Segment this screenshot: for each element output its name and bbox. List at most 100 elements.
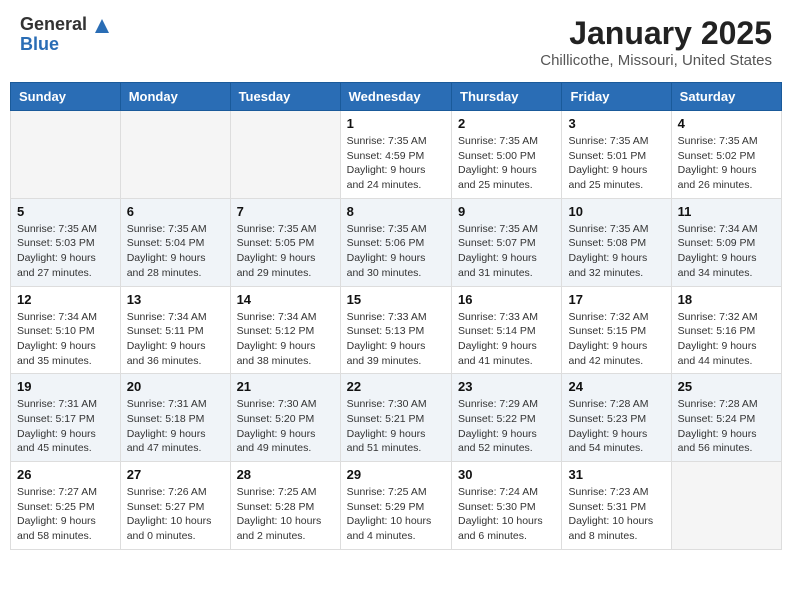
day-number: 27 (127, 467, 224, 482)
day-detail: Sunrise: 7:34 AM Sunset: 5:11 PM Dayligh… (127, 310, 224, 369)
calendar-cell: 22 Sunrise: 7:30 AM Sunset: 5:21 PM Dayli… (340, 374, 451, 462)
day-number: 26 (17, 467, 114, 482)
calendar-week-row: 1 Sunrise: 7:35 AM Sunset: 4:59 PM Daylig… (11, 111, 782, 199)
day-detail: Sunrise: 7:35 AM Sunset: 5:07 PM Dayligh… (458, 222, 555, 281)
day-number: 30 (458, 467, 555, 482)
calendar-cell: 4 Sunrise: 7:35 AM Sunset: 5:02 PM Daylig… (671, 111, 781, 199)
day-number: 29 (347, 467, 445, 482)
calendar-cell (11, 111, 121, 199)
calendar-day-header: Monday (120, 83, 230, 111)
calendar-cell: 21 Sunrise: 7:30 AM Sunset: 5:20 PM Dayli… (230, 374, 340, 462)
calendar-cell: 19 Sunrise: 7:31 AM Sunset: 5:17 PM Dayli… (11, 374, 121, 462)
calendar-cell (230, 111, 340, 199)
calendar-week-row: 5Sunrise: 7:35 AM Sunset: 5:03 PM Daylig… (11, 198, 782, 286)
day-number: 15 (347, 292, 445, 307)
calendar-cell: 10Sunrise: 7:35 AM Sunset: 5:08 PM Dayli… (562, 198, 671, 286)
day-number: 28 (237, 467, 334, 482)
page-subtitle: Chillicothe, Missouri, United States (540, 52, 772, 69)
calendar-cell: 30 Sunrise: 7:24 AM Sunset: 5:30 PM Dayli… (452, 462, 562, 550)
day-number: 1 (347, 116, 445, 131)
day-detail: Sunrise: 7:26 AM Sunset: 5:27 PM Dayligh… (127, 485, 224, 544)
calendar-header-row: SundayMondayTuesdayWednesdayThursdayFrid… (11, 83, 782, 111)
calendar-cell: 2 Sunrise: 7:35 AM Sunset: 5:00 PM Daylig… (452, 111, 562, 199)
day-detail: Sunrise: 7:35 AM Sunset: 5:00 PM Dayligh… (458, 134, 555, 193)
day-detail: Sunrise: 7:35 AM Sunset: 5:04 PM Dayligh… (127, 222, 224, 281)
day-detail: Sunrise: 7:27 AM Sunset: 5:25 PM Dayligh… (17, 485, 114, 544)
calendar-cell (120, 111, 230, 199)
calendar-week-row: 19 Sunrise: 7:31 AM Sunset: 5:17 PM Dayli… (11, 374, 782, 462)
day-number: 11 (678, 204, 775, 219)
day-number: 31 (568, 467, 664, 482)
calendar-day-header: Saturday (671, 83, 781, 111)
day-number: 22 (347, 379, 445, 394)
day-detail: Sunrise: 7:30 AM Sunset: 5:20 PM Dayligh… (237, 397, 334, 456)
calendar-cell: 11 Sunrise: 7:34 AM Sunset: 5:09 PM Dayli… (671, 198, 781, 286)
logo-blue-text: Blue (20, 34, 59, 54)
calendar-cell: 26 Sunrise: 7:27 AM Sunset: 5:25 PM Dayli… (11, 462, 121, 550)
calendar-cell: 5Sunrise: 7:35 AM Sunset: 5:03 PM Daylig… (11, 198, 121, 286)
calendar-table: SundayMondayTuesdayWednesdayThursdayFrid… (10, 82, 782, 550)
calendar-cell (671, 462, 781, 550)
calendar-day-header: Sunday (11, 83, 121, 111)
day-detail: Sunrise: 7:34 AM Sunset: 5:09 PM Dayligh… (678, 222, 775, 281)
day-detail: Sunrise: 7:31 AM Sunset: 5:17 PM Dayligh… (17, 397, 114, 456)
day-number: 19 (17, 379, 114, 394)
calendar-cell: 29 Sunrise: 7:25 AM Sunset: 5:29 PM Dayli… (340, 462, 451, 550)
day-number: 7 (237, 204, 334, 219)
day-number: 25 (678, 379, 775, 394)
calendar-cell: 23 Sunrise: 7:29 AM Sunset: 5:22 PM Dayli… (452, 374, 562, 462)
calendar-cell: 8Sunrise: 7:35 AM Sunset: 5:06 PM Daylig… (340, 198, 451, 286)
day-detail: Sunrise: 7:35 AM Sunset: 5:05 PM Dayligh… (237, 222, 334, 281)
calendar-cell: 17 Sunrise: 7:32 AM Sunset: 5:15 PM Dayli… (562, 286, 671, 374)
day-number: 4 (678, 116, 775, 131)
calendar-cell: 31 Sunrise: 7:23 AM Sunset: 5:31 PM Dayli… (562, 462, 671, 550)
calendar-week-row: 26 Sunrise: 7:27 AM Sunset: 5:25 PM Dayli… (11, 462, 782, 550)
calendar-day-header: Friday (562, 83, 671, 111)
logo-icon (93, 17, 111, 35)
day-number: 23 (458, 379, 555, 394)
day-detail: Sunrise: 7:28 AM Sunset: 5:23 PM Dayligh… (568, 397, 664, 456)
day-number: 10 (568, 204, 664, 219)
day-number: 3 (568, 116, 664, 131)
logo-general-text: General (20, 14, 87, 34)
day-number: 9 (458, 204, 555, 219)
day-detail: Sunrise: 7:34 AM Sunset: 5:10 PM Dayligh… (17, 310, 114, 369)
day-number: 12 (17, 292, 114, 307)
calendar-day-header: Thursday (452, 83, 562, 111)
page-title: January 2025 (540, 15, 772, 52)
day-detail: Sunrise: 7:33 AM Sunset: 5:14 PM Dayligh… (458, 310, 555, 369)
calendar-cell: 9 Sunrise: 7:35 AM Sunset: 5:07 PM Daylig… (452, 198, 562, 286)
calendar-cell: 16Sunrise: 7:33 AM Sunset: 5:14 PM Dayli… (452, 286, 562, 374)
day-number: 2 (458, 116, 555, 131)
calendar-day-header: Wednesday (340, 83, 451, 111)
calendar-cell: 20Sunrise: 7:31 AM Sunset: 5:18 PM Dayli… (120, 374, 230, 462)
day-detail: Sunrise: 7:30 AM Sunset: 5:21 PM Dayligh… (347, 397, 445, 456)
day-detail: Sunrise: 7:32 AM Sunset: 5:16 PM Dayligh… (678, 310, 775, 369)
calendar-cell: 18Sunrise: 7:32 AM Sunset: 5:16 PM Dayli… (671, 286, 781, 374)
day-detail: Sunrise: 7:35 AM Sunset: 5:02 PM Dayligh… (678, 134, 775, 193)
day-number: 6 (127, 204, 224, 219)
calendar-cell: 13Sunrise: 7:34 AM Sunset: 5:11 PM Dayli… (120, 286, 230, 374)
calendar-week-row: 12 Sunrise: 7:34 AM Sunset: 5:10 PM Dayli… (11, 286, 782, 374)
calendar-cell: 15 Sunrise: 7:33 AM Sunset: 5:13 PM Dayli… (340, 286, 451, 374)
day-detail: Sunrise: 7:35 AM Sunset: 5:03 PM Dayligh… (17, 222, 114, 281)
day-detail: Sunrise: 7:35 AM Sunset: 5:01 PM Dayligh… (568, 134, 664, 193)
day-detail: Sunrise: 7:32 AM Sunset: 5:15 PM Dayligh… (568, 310, 664, 369)
logo-block: General Blue (20, 15, 111, 55)
day-detail: Sunrise: 7:25 AM Sunset: 5:29 PM Dayligh… (347, 485, 445, 544)
calendar-cell: 6 Sunrise: 7:35 AM Sunset: 5:04 PM Daylig… (120, 198, 230, 286)
day-detail: Sunrise: 7:23 AM Sunset: 5:31 PM Dayligh… (568, 485, 664, 544)
day-detail: Sunrise: 7:29 AM Sunset: 5:22 PM Dayligh… (458, 397, 555, 456)
day-detail: Sunrise: 7:24 AM Sunset: 5:30 PM Dayligh… (458, 485, 555, 544)
day-number: 17 (568, 292, 664, 307)
calendar-day-header: Tuesday (230, 83, 340, 111)
logo: General Blue (20, 15, 111, 55)
day-number: 21 (237, 379, 334, 394)
day-detail: Sunrise: 7:35 AM Sunset: 4:59 PM Dayligh… (347, 134, 445, 193)
calendar-cell: 3 Sunrise: 7:35 AM Sunset: 5:01 PM Daylig… (562, 111, 671, 199)
day-detail: Sunrise: 7:33 AM Sunset: 5:13 PM Dayligh… (347, 310, 445, 369)
day-detail: Sunrise: 7:25 AM Sunset: 5:28 PM Dayligh… (237, 485, 334, 544)
day-detail: Sunrise: 7:28 AM Sunset: 5:24 PM Dayligh… (678, 397, 775, 456)
calendar-cell: 14Sunrise: 7:34 AM Sunset: 5:12 PM Dayli… (230, 286, 340, 374)
title-block: January 2025 Chillicothe, Missouri, Unit… (540, 15, 772, 69)
